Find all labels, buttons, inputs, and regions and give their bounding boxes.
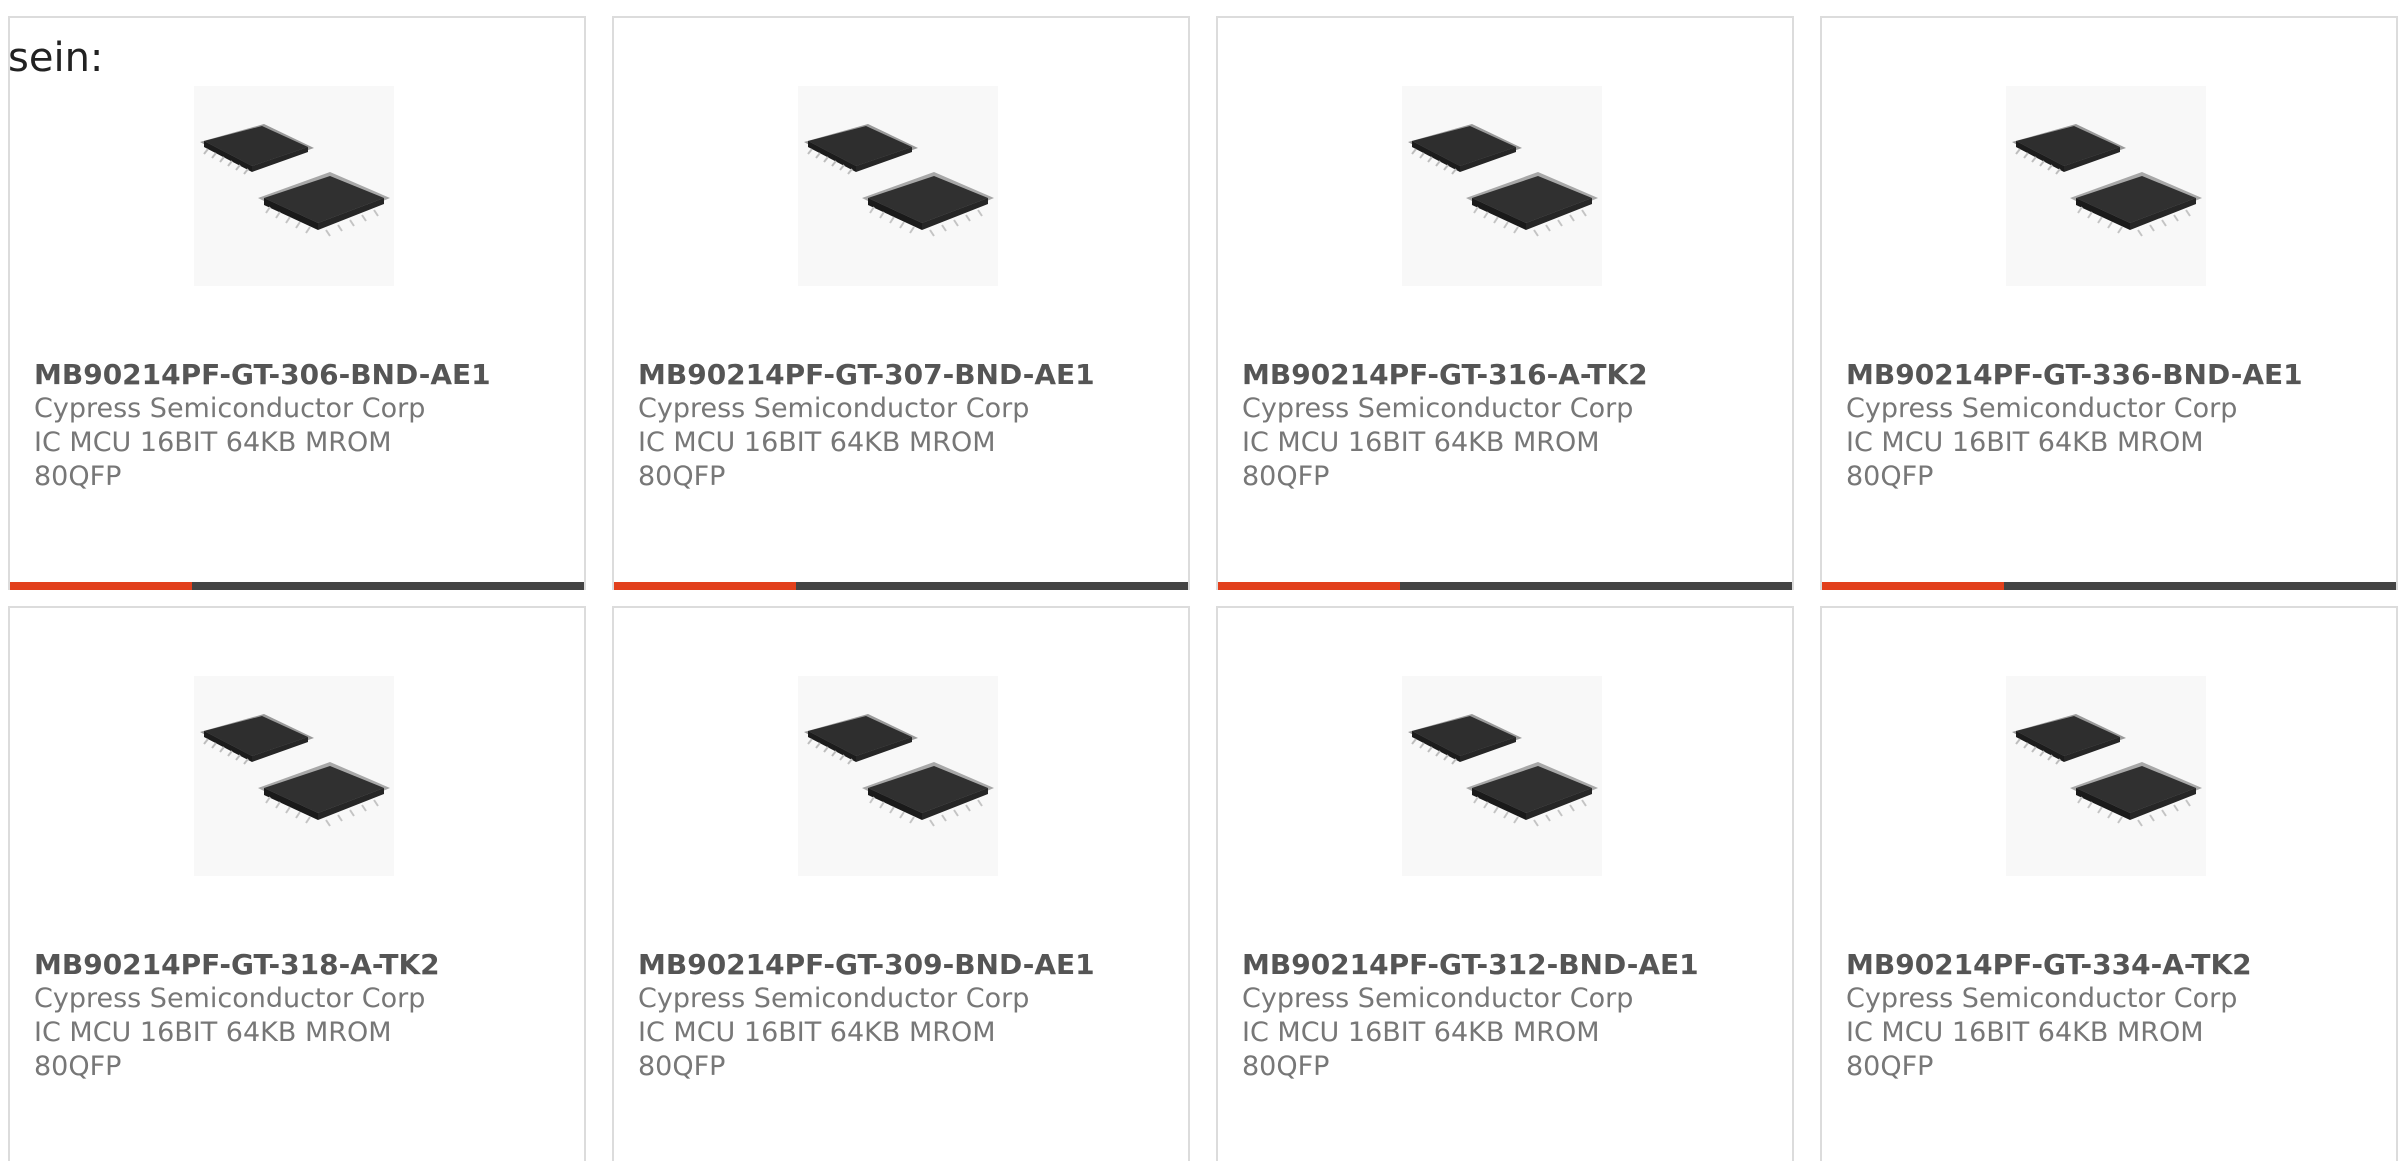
manufacturer-label: Cypress Semiconductor Corp [1846, 393, 2238, 424]
package-label: 80QFP [1846, 461, 1934, 492]
product-info: MB90214PF-GT-309-BND-AE1 Cypress Semicon… [638, 948, 1164, 1084]
manufacturer-label: Cypress Semiconductor Corp [638, 393, 1030, 424]
card-accent-bar [10, 582, 192, 590]
package-label: 80QFP [638, 1051, 726, 1082]
description-line: IC MCU 16BIT 64KB MROM [1242, 1017, 1600, 1048]
part-number-link[interactable]: MB90214PF-GT-334-A-TK2 [1846, 948, 2372, 982]
product-card[interactable]: MB90214PF-GT-336-BND-AE1 Cypress Semicon… [1820, 16, 2398, 590]
product-card[interactable]: MB90214PF-GT-307-BND-AE1 Cypress Semicon… [612, 16, 1190, 590]
ic-chip-image[interactable] [2006, 676, 2206, 876]
ic-chip-image[interactable] [798, 676, 998, 876]
product-info: MB90214PF-GT-336-BND-AE1 Cypress Semicon… [1846, 358, 2372, 494]
product-listing-page: sein: MB90214PF-GT-306-BND-AE1 Cypress S… [0, 0, 2400, 1161]
description-line: IC MCU 16BIT 64KB MROM [1846, 1017, 2204, 1048]
package-label: 80QFP [1242, 461, 1330, 492]
product-card[interactable]: MB90214PF-GT-312-BND-AE1 Cypress Semicon… [1216, 606, 1794, 1161]
description-line: IC MCU 16BIT 64KB MROM [1242, 427, 1600, 458]
manufacturer-label: Cypress Semiconductor Corp [1846, 983, 2238, 1014]
ic-chip-image[interactable] [798, 86, 998, 286]
product-card[interactable]: MB90214PF-GT-306-BND-AE1 Cypress Semicon… [8, 16, 586, 590]
description-line: IC MCU 16BIT 64KB MROM [638, 1017, 996, 1048]
part-number-link[interactable]: MB90214PF-GT-309-BND-AE1 [638, 948, 1164, 982]
card-accent-bar [614, 582, 796, 590]
description-line: IC MCU 16BIT 64KB MROM [1846, 427, 2204, 458]
ic-chip-image[interactable] [194, 676, 394, 876]
package-label: 80QFP [34, 1051, 122, 1082]
manufacturer-label: Cypress Semiconductor Corp [638, 983, 1030, 1014]
package-label: 80QFP [1846, 1051, 1934, 1082]
description-line: IC MCU 16BIT 64KB MROM [34, 1017, 392, 1048]
part-number-link[interactable]: MB90214PF-GT-336-BND-AE1 [1846, 358, 2372, 392]
card-accent-bar [1822, 582, 2004, 590]
product-info: MB90214PF-GT-306-BND-AE1 Cypress Semicon… [34, 358, 560, 494]
description-line: IC MCU 16BIT 64KB MROM [34, 427, 392, 458]
card-bottom-bar [1822, 582, 2396, 590]
ic-chip-image[interactable] [1402, 676, 1602, 876]
package-label: 80QFP [34, 461, 122, 492]
part-number-link[interactable]: MB90214PF-GT-316-A-TK2 [1242, 358, 1768, 392]
ic-chip-image[interactable] [2006, 86, 2206, 286]
part-number-link[interactable]: MB90214PF-GT-306-BND-AE1 [34, 358, 560, 392]
section-heading: sein: [8, 35, 104, 81]
ic-chip-image[interactable] [194, 86, 394, 286]
card-accent-bar [1218, 582, 1400, 590]
card-bottom-bar [10, 582, 584, 590]
card-bottom-bar [1218, 582, 1792, 590]
product-info: MB90214PF-GT-307-BND-AE1 Cypress Semicon… [638, 358, 1164, 494]
manufacturer-label: Cypress Semiconductor Corp [1242, 983, 1634, 1014]
product-info: MB90214PF-GT-334-A-TK2 Cypress Semicondu… [1846, 948, 2372, 1084]
product-info: MB90214PF-GT-316-A-TK2 Cypress Semicondu… [1242, 358, 1768, 494]
manufacturer-label: Cypress Semiconductor Corp [34, 983, 426, 1014]
product-card[interactable]: MB90214PF-GT-316-A-TK2 Cypress Semicondu… [1216, 16, 1794, 590]
ic-chip-image[interactable] [1402, 86, 1602, 286]
product-info: MB90214PF-GT-318-A-TK2 Cypress Semicondu… [34, 948, 560, 1084]
package-label: 80QFP [638, 461, 726, 492]
product-card[interactable]: MB90214PF-GT-318-A-TK2 Cypress Semicondu… [8, 606, 586, 1161]
card-bottom-bar [614, 582, 1188, 590]
product-grid: MB90214PF-GT-306-BND-AE1 Cypress Semicon… [8, 16, 2398, 1161]
manufacturer-label: Cypress Semiconductor Corp [34, 393, 426, 424]
product-card[interactable]: MB90214PF-GT-309-BND-AE1 Cypress Semicon… [612, 606, 1190, 1161]
package-label: 80QFP [1242, 1051, 1330, 1082]
part-number-link[interactable]: MB90214PF-GT-307-BND-AE1 [638, 358, 1164, 392]
product-info: MB90214PF-GT-312-BND-AE1 Cypress Semicon… [1242, 948, 1768, 1084]
product-card[interactable]: MB90214PF-GT-334-A-TK2 Cypress Semicondu… [1820, 606, 2398, 1161]
manufacturer-label: Cypress Semiconductor Corp [1242, 393, 1634, 424]
part-number-link[interactable]: MB90214PF-GT-312-BND-AE1 [1242, 948, 1768, 982]
part-number-link[interactable]: MB90214PF-GT-318-A-TK2 [34, 948, 560, 982]
description-line: IC MCU 16BIT 64KB MROM [638, 427, 996, 458]
